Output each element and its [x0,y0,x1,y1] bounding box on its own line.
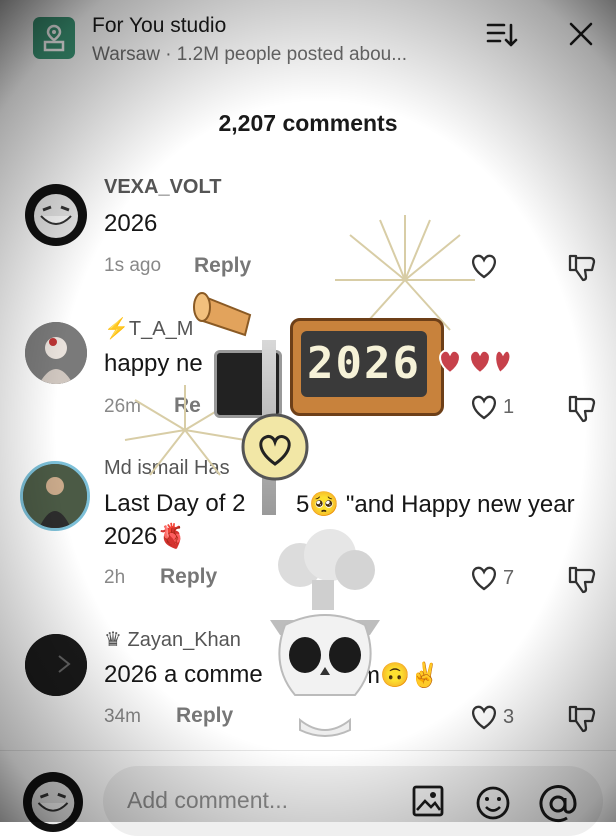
heart-sign-icon [241,413,309,481]
heart-icon[interactable] [469,393,499,421]
heart-icon[interactable] [469,564,499,592]
hearts-sticker [439,349,512,375]
comment-text: 2026 [104,210,158,237]
mind-blown-skull-sticker [270,529,380,737]
avatar[interactable] [25,634,87,696]
comment-time: 1s ago [104,255,162,276]
comments-count: 2,207 comments [218,110,398,136]
avatar[interactable] [25,322,87,384]
divider [0,750,616,751]
avatar[interactable] [20,461,90,531]
thumbs-down-icon[interactable] [567,252,597,282]
year-sign-sticker: 2026 [290,318,444,416]
thumbs-down-icon[interactable] [567,393,597,423]
like-count: 7 [503,567,515,589]
heart-icon[interactable] [469,703,499,731]
thumbs-down-icon[interactable] [567,703,597,733]
comment-time: 2h [104,567,126,588]
comment-username[interactable]: VEXA_VOLT [104,176,221,199]
comment-text: happy ne [104,350,203,377]
avatar[interactable] [25,184,87,246]
comment-text: 2026 a comme [104,661,263,688]
comment-text-line2: 2026🫀 [104,523,188,550]
comment-username[interactable]: ⚡T_A_M [104,316,193,341]
image-icon[interactable] [411,784,445,818]
comment-text: Last Day of 2 [104,490,246,517]
user-avatar[interactable] [23,772,83,832]
mention-icon[interactable] [538,784,578,824]
location-pin-icon[interactable] [33,17,75,59]
studio-title[interactable]: For You studio [92,14,226,38]
reply-button[interactable]: Reply [160,565,217,589]
studio-subtitle: Warsaw · 1.2M people posted abou... [92,44,408,65]
comment-username[interactable]: ♛ Zayan_Khan [104,627,241,652]
comment-text-continued: 5🥺 "and Happy new year [296,491,575,518]
thumbs-down-icon[interactable] [567,564,597,594]
year-sign-text: 2026 [301,331,427,397]
comment-time: 34m [104,706,141,727]
comment-input-placeholder[interactable]: Add comment... [127,787,288,814]
like-count: 1 [503,396,515,418]
sort-icon[interactable] [486,22,518,48]
reply-button[interactable]: Reply [176,704,233,728]
like-count: 3 [503,706,515,728]
close-icon[interactable] [568,21,594,47]
top-bar: For You studio Warsaw · 1.2M people post… [0,0,616,80]
emoji-icon[interactable] [474,784,512,822]
